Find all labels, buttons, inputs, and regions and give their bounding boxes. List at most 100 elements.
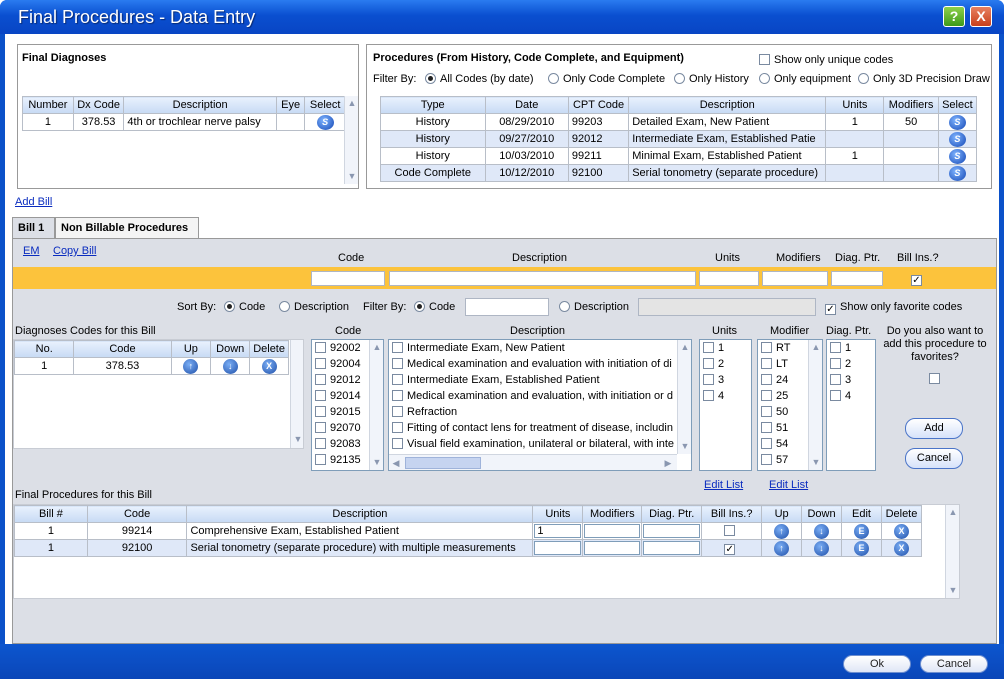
delete-button[interactable]: X xyxy=(880,522,923,540)
checkbox-icon[interactable] xyxy=(703,358,714,369)
filter-code-input[interactable] xyxy=(465,298,549,316)
radio-icon[interactable] xyxy=(759,73,770,84)
diag-ptr-input[interactable] xyxy=(641,522,703,540)
checkbox-icon[interactable] xyxy=(315,342,326,353)
select-button[interactable]: S xyxy=(937,130,978,148)
scroll-down-icon[interactable]: ▼ xyxy=(678,439,691,453)
list-item[interactable]: Visual field examination, unilateral or … xyxy=(389,436,691,452)
checkbox-icon[interactable] xyxy=(392,342,403,353)
delete-button[interactable]: X xyxy=(880,539,923,557)
arrow-up-icon[interactable]: ↑ xyxy=(774,523,790,539)
diagnoses-scrollbar[interactable]: ▲ ▼ xyxy=(344,96,358,184)
add-button[interactable]: Add xyxy=(905,418,963,439)
modifiers-input[interactable] xyxy=(582,522,643,540)
edit-button[interactable]: E xyxy=(841,539,882,557)
checkbox-icon[interactable] xyxy=(759,54,770,65)
arrow-down-icon[interactable]: ↓ xyxy=(814,540,830,556)
checkbox-icon[interactable] xyxy=(315,422,326,433)
cancel-entry-button[interactable]: Cancel xyxy=(905,448,963,469)
entry-units-input[interactable] xyxy=(699,271,759,286)
scroll-down-icon[interactable]: ▼ xyxy=(370,455,383,469)
tab-non-billable[interactable]: Non Billable Procedures xyxy=(55,217,199,239)
edit-list-link-units[interactable]: Edit List xyxy=(704,479,743,491)
list-item[interactable]: 1 xyxy=(827,340,875,356)
checkbox-icon[interactable] xyxy=(761,374,772,385)
filter-equipment[interactable]: Only equipment xyxy=(759,73,851,85)
add-bill-link[interactable]: Add Bill xyxy=(15,196,52,208)
entry-modifiers-input[interactable] xyxy=(762,271,828,286)
radio-icon[interactable] xyxy=(559,301,570,312)
description-hscrollbar[interactable]: ◀ ▶ xyxy=(389,454,677,470)
edit-list-link-modifiers[interactable]: Edit List xyxy=(769,479,808,491)
sort-code-radio[interactable]: Code xyxy=(224,301,265,313)
scroll-left-icon[interactable]: ◀ xyxy=(389,456,403,470)
arrow-down-icon[interactable]: ↓ xyxy=(222,358,238,374)
radio-icon[interactable] xyxy=(414,301,425,312)
list-item[interactable]: 2 xyxy=(700,356,751,372)
list-item[interactable]: Refraction xyxy=(389,404,691,420)
edit-button[interactable]: E xyxy=(841,522,882,540)
list-item[interactable]: Fitting of contact lens for treatment of… xyxy=(389,420,691,436)
down-button[interactable]: ↓ xyxy=(801,522,843,540)
list-item[interactable]: 1 xyxy=(700,340,751,356)
delete-icon[interactable]: X xyxy=(893,540,909,556)
checkbox-icon[interactable] xyxy=(830,374,841,385)
list-item[interactable]: 3 xyxy=(700,372,751,388)
down-button[interactable]: ↓ xyxy=(801,539,843,557)
checkbox-icon[interactable] xyxy=(315,406,326,417)
list-item[interactable]: 2 xyxy=(827,356,875,372)
up-button[interactable]: ↑ xyxy=(761,539,803,557)
list-item[interactable]: 3 xyxy=(827,372,875,388)
entry-description-input[interactable] xyxy=(389,271,696,286)
scroll-up-icon[interactable]: ▲ xyxy=(678,340,691,354)
edit-icon[interactable]: E xyxy=(853,523,869,539)
select-icon[interactable]: S xyxy=(948,165,966,181)
edit-icon[interactable]: E xyxy=(853,540,869,556)
entry-code-input[interactable] xyxy=(311,271,385,286)
arrow-down-icon[interactable]: ↓ xyxy=(814,523,830,539)
units-input[interactable] xyxy=(532,539,584,557)
list-item[interactable]: 4 xyxy=(700,388,751,404)
code-list-scrollbar[interactable]: ▲ ▼ xyxy=(369,340,383,470)
radio-icon[interactable] xyxy=(674,73,685,84)
radio-icon[interactable] xyxy=(224,301,235,312)
modifier-list[interactable]: RT LT 24 25 50 51 54 57 ▲ ▼ xyxy=(757,339,823,471)
check-icon[interactable]: ✓ xyxy=(825,304,836,315)
select-icon[interactable]: S xyxy=(948,131,966,147)
bill-ins-checkbox[interactable]: ✓ xyxy=(701,539,763,557)
table-row[interactable]: History 08/29/2010 99203 Detailed Exam, … xyxy=(380,113,978,131)
units-list[interactable]: 1 2 3 4 xyxy=(699,339,752,471)
modifiers-box[interactable] xyxy=(584,524,641,538)
checkbox-icon[interactable] xyxy=(392,374,403,385)
scroll-down-icon[interactable]: ▼ xyxy=(291,432,303,446)
checkbox-icon[interactable] xyxy=(392,358,403,369)
checkbox-icon[interactable] xyxy=(761,342,772,353)
select-icon[interactable]: S xyxy=(948,148,966,164)
diag-ptr-box[interactable] xyxy=(643,541,701,555)
entry-bill-ins-checkbox[interactable]: ✓ xyxy=(911,272,926,286)
table-row[interactable]: 1 92100 Serial tonometry (separate proce… xyxy=(14,539,923,557)
select-button[interactable]: S xyxy=(937,164,978,182)
tab-bill-1[interactable]: Bill 1 xyxy=(12,217,55,239)
checkbox-icon[interactable] xyxy=(315,390,326,401)
modifiers-box[interactable] xyxy=(584,541,641,555)
check-icon[interactable]: ✓ xyxy=(911,275,922,286)
bill-ins-checkbox[interactable] xyxy=(701,522,763,540)
arrow-up-icon[interactable]: ↑ xyxy=(183,358,199,374)
delete-button[interactable]: X xyxy=(249,357,289,375)
checkbox-icon[interactable] xyxy=(724,525,736,536)
diag-ptr-box[interactable] xyxy=(643,524,701,538)
table-row[interactable]: History 10/03/2010 99211 Minimal Exam, E… xyxy=(380,147,978,165)
up-button[interactable]: ↑ xyxy=(170,357,212,375)
checkbox-icon[interactable] xyxy=(315,438,326,449)
delete-icon[interactable]: X xyxy=(893,523,909,539)
table-row[interactable]: History 09/27/2010 92012 Intermediate Ex… xyxy=(380,130,978,148)
scroll-up-icon[interactable]: ▲ xyxy=(345,96,359,110)
arrow-up-icon[interactable]: ↑ xyxy=(774,540,790,556)
scroll-down-icon[interactable]: ▼ xyxy=(345,169,359,183)
cancel-button[interactable]: Cancel xyxy=(920,655,988,673)
checkbox-icon[interactable] xyxy=(703,374,714,385)
diag-ptr-list[interactable]: 1 2 3 4 xyxy=(826,339,876,471)
list-item[interactable]: Intermediate Exam, New Patient xyxy=(389,340,691,356)
up-button[interactable]: ↑ xyxy=(761,522,803,540)
